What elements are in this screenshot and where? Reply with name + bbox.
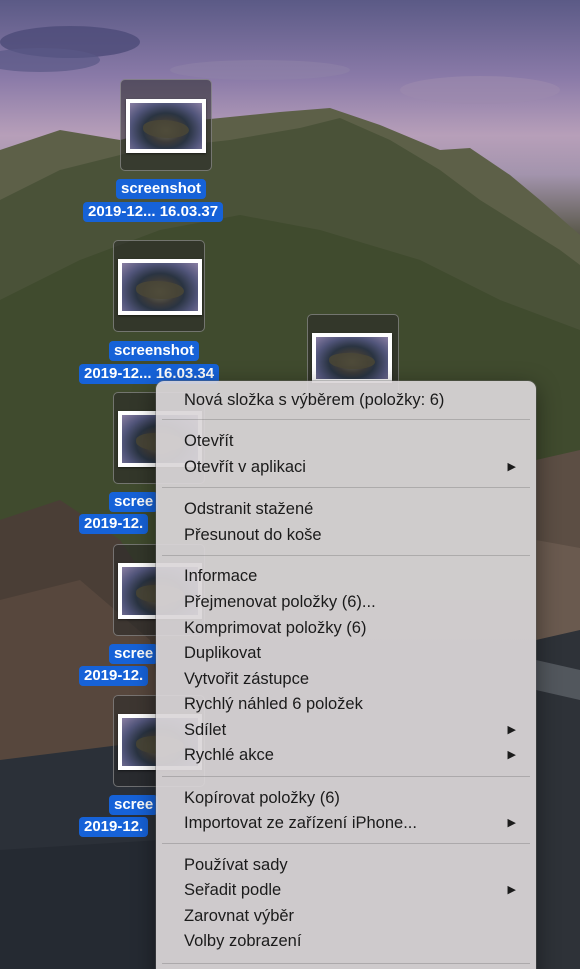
menu-item-open[interactable]: Otevřít [156, 428, 536, 454]
menu-item-sort-by[interactable]: Seřadit podle ▶ [156, 877, 536, 903]
menu-item-move-to-trash[interactable]: Přesunout do koše [156, 522, 536, 548]
menu-item-compress-items[interactable]: Komprimovat položky (6) [156, 615, 536, 641]
menu-item-label: Používat sady [184, 856, 288, 874]
file-name-label[interactable]: scree [109, 795, 159, 815]
menu-item-label: Přejmenovat položky (6)... [184, 593, 376, 611]
menu-item-label: Informace [184, 567, 258, 585]
menu-separator [162, 963, 530, 964]
menu-item-label: Rychlé akce [184, 746, 274, 764]
menu-item-label: Rychlý náhled 6 položek [184, 695, 363, 713]
menu-item-open-with[interactable]: Otevřít v aplikaci ▶ [156, 454, 536, 480]
menu-item-label: Přesunout do koše [184, 526, 322, 544]
submenu-arrow-icon: ▶ [507, 461, 516, 473]
menu-separator [162, 419, 530, 420]
menu-item-show-view-options[interactable]: Volby zobrazení [156, 928, 536, 954]
file-date-label[interactable]: 2019-12... 16.03.37 [83, 202, 224, 222]
menu-separator [162, 843, 530, 844]
menu-item-label: Duplikovat [184, 644, 262, 662]
menu-item-use-stacks[interactable]: Používat sady [156, 852, 536, 878]
file-name-label[interactable]: screenshot [109, 341, 200, 361]
menu-item-label: Otevřít v aplikaci [184, 458, 306, 476]
menu-separator [162, 555, 530, 556]
menu-separator [162, 487, 530, 488]
file-date-label[interactable]: 2019-12. [79, 817, 149, 837]
menu-item-label: Kopírovat položky (6) [184, 789, 340, 807]
menu-item-duplicate[interactable]: Duplikovat [156, 640, 536, 666]
submenu-arrow-icon: ▶ [507, 817, 516, 829]
file-name-label[interactable]: screenshot [116, 179, 207, 199]
menu-item-make-alias[interactable]: Vytvořit zástupce [156, 666, 536, 692]
screenshot-thumbnail[interactable] [312, 333, 392, 383]
file-name-label[interactable]: scree [109, 644, 159, 664]
menu-item-label: Odstranit stažené [184, 500, 314, 518]
menu-item-quick-actions[interactable]: Rychlé akce ▶ [156, 742, 536, 768]
menu-item-quick-look[interactable]: Rychlý náhled 6 položek [156, 691, 536, 717]
desktop-wallpaper: screenshot 2019-12... 16.03.37 screensho… [0, 0, 580, 969]
submenu-arrow-icon: ▶ [507, 884, 516, 896]
submenu-arrow-icon: ▶ [507, 724, 516, 736]
menu-item-clean-up-selection[interactable]: Zarovnat výběr [156, 903, 536, 929]
screenshot-thumbnail[interactable] [126, 99, 206, 153]
menu-item-import-from-iphone[interactable]: Importovat ze zařízení iPhone... ▶ [156, 810, 536, 836]
context-menu: Nová složka s výběrem (položky: 6) Otevř… [156, 381, 536, 969]
menu-item-remove-download[interactable]: Odstranit stažené [156, 496, 536, 522]
menu-item-get-info[interactable]: Informace [156, 563, 536, 589]
menu-item-label: Zarovnat výběr [184, 907, 295, 925]
screenshot-thumbnail[interactable] [118, 259, 202, 315]
menu-item-rename-items[interactable]: Přejmenovat položky (6)... [156, 589, 536, 615]
menu-item-copy-items[interactable]: Kopírovat položky (6) [156, 785, 536, 811]
file-name-label[interactable]: scree [109, 492, 159, 512]
menu-item-label: Vytvořit zástupce [184, 670, 310, 688]
menu-item-label: Sdílet [184, 721, 227, 739]
menu-item-label: Otevřít [184, 432, 234, 450]
menu-item-share[interactable]: Sdílet ▶ [156, 717, 536, 743]
file-date-label[interactable]: 2019-12. [79, 666, 149, 686]
menu-item-label: Nová složka s výběrem (položky: 6) [184, 391, 445, 409]
menu-item-label: Komprimovat položky (6) [184, 619, 367, 637]
submenu-arrow-icon: ▶ [507, 749, 516, 761]
menu-item-label: Importovat ze zařízení iPhone... [184, 814, 417, 832]
menu-item-new-folder-with-selection[interactable]: Nová složka s výběrem (položky: 6) [156, 387, 536, 413]
menu-item-label: Volby zobrazení [184, 932, 302, 950]
menu-separator [162, 776, 530, 777]
menu-item-label: Seřadit podle [184, 881, 282, 899]
file-date-label[interactable]: 2019-12. [79, 514, 149, 534]
